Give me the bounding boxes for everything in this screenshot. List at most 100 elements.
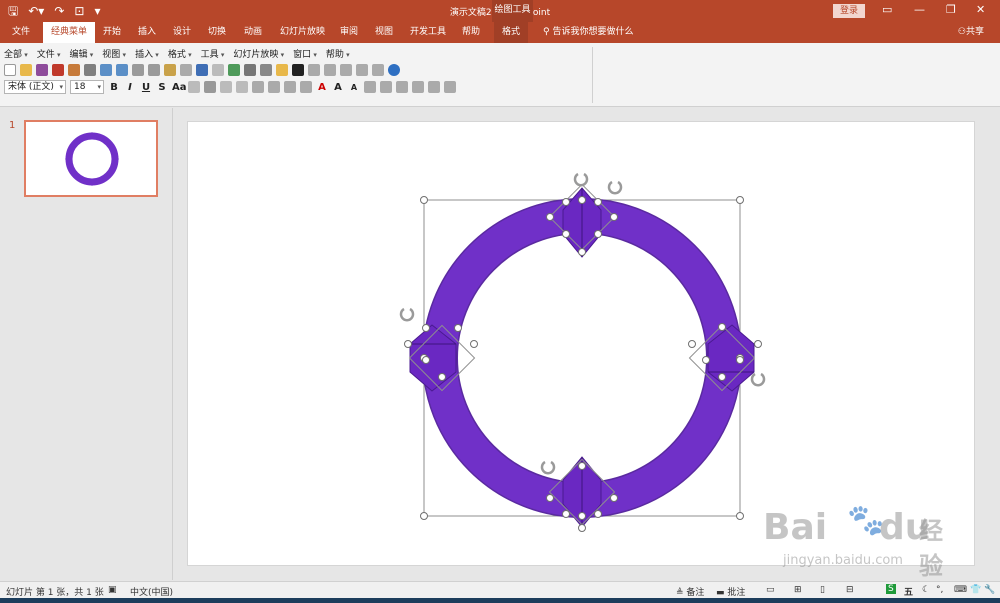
- line-weight-icon[interactable]: [292, 64, 304, 76]
- text-direction-icon[interactable]: [252, 81, 264, 93]
- tab-format[interactable]: 格式: [494, 22, 529, 43]
- keyboard-icon[interactable]: ⌨: [954, 585, 967, 595]
- new-icon[interactable]: [4, 64, 16, 76]
- change-case-icon[interactable]: Aa: [172, 82, 187, 93]
- increase-font-icon[interactable]: A: [332, 82, 344, 93]
- menu-edit[interactable]: 编辑: [70, 47, 94, 60]
- spelling-icon[interactable]: [116, 64, 128, 76]
- menu-insert[interactable]: 插入: [135, 47, 159, 60]
- moon-icon[interactable]: ☾: [922, 585, 930, 595]
- save-icon[interactable]: [36, 64, 48, 76]
- tab-view[interactable]: 视图: [367, 22, 401, 43]
- justify-icon[interactable]: [236, 81, 248, 93]
- ime-mode[interactable]: 五: [904, 585, 913, 598]
- font-color-icon[interactable]: A: [316, 82, 328, 93]
- normal-view-icon[interactable]: ▭: [766, 585, 775, 595]
- slide-thumbnail[interactable]: [24, 120, 158, 197]
- tab-slideshow[interactable]: 幻灯片放映: [272, 22, 333, 43]
- comments-button[interactable]: ▬ 批注: [716, 585, 745, 598]
- italic-icon[interactable]: I: [124, 82, 136, 93]
- menu-all[interactable]: 全部: [4, 47, 28, 60]
- menu-file[interactable]: 文件: [37, 47, 61, 60]
- align-center-icon[interactable]: [204, 81, 216, 93]
- align-left-icon[interactable]: [188, 81, 200, 93]
- shadow-icon[interactable]: S: [156, 82, 168, 93]
- help-icon[interactable]: [388, 64, 400, 76]
- left-arrow[interactable]: [408, 324, 476, 392]
- font-size-select[interactable]: 18: [70, 80, 104, 94]
- permission-icon[interactable]: [68, 64, 80, 76]
- zoom-icon[interactable]: [372, 64, 384, 76]
- insert-picture-icon[interactable]: [276, 64, 288, 76]
- shapes-icon[interactable]: [324, 64, 336, 76]
- skin-icon[interactable]: 👕: [970, 585, 981, 595]
- font-name-select[interactable]: 宋体 (正文): [4, 80, 66, 94]
- menu-format[interactable]: 格式: [168, 47, 192, 60]
- align-right-icon[interactable]: [220, 81, 232, 93]
- share-button[interactable]: ⚇共享: [958, 22, 984, 43]
- open-icon[interactable]: [20, 64, 32, 76]
- tab-developer[interactable]: 开发工具: [402, 22, 454, 43]
- textbox-a-icon[interactable]: [340, 64, 352, 76]
- print-icon[interactable]: [84, 64, 96, 76]
- print-preview-icon[interactable]: [100, 64, 112, 76]
- language-label[interactable]: 中文(中国): [130, 585, 173, 598]
- tab-review[interactable]: 审阅: [332, 22, 366, 43]
- restore-icon[interactable]: ❐: [946, 3, 956, 16]
- slide-sorter-icon[interactable]: ⊞: [794, 585, 802, 595]
- shape-outline-icon[interactable]: [428, 81, 440, 93]
- comment-icon[interactable]: [356, 64, 368, 76]
- ribbon-tabs: 文件 经典菜单 开始 插入 设计 切换 动画 幻灯片放映 审阅 视图 开发工具 …: [0, 22, 1000, 43]
- menu-window[interactable]: 窗口: [293, 47, 317, 60]
- tab-insert[interactable]: 插入: [130, 22, 164, 43]
- quick-styles-icon[interactable]: [396, 81, 408, 93]
- paste-icon[interactable]: [164, 64, 176, 76]
- spellcheck-icon[interactable]: ▣: [108, 585, 117, 595]
- reading-view-icon[interactable]: ▯: [820, 585, 825, 595]
- redo-icon[interactable]: [212, 64, 224, 76]
- menu-tools[interactable]: 工具: [201, 47, 225, 60]
- tab-animations[interactable]: 动画: [236, 22, 270, 43]
- tab-design[interactable]: 设计: [165, 22, 199, 43]
- columns-icon[interactable]: [268, 81, 280, 93]
- wrench-icon[interactable]: 🔧: [984, 585, 995, 595]
- bullets-icon[interactable]: [300, 81, 312, 93]
- numbering-icon[interactable]: [284, 81, 296, 93]
- close-icon[interactable]: ✕: [976, 3, 985, 16]
- tab-home[interactable]: 开始: [95, 22, 129, 43]
- ime-s-icon[interactable]: S: [886, 584, 896, 594]
- ribbon-display-icon[interactable]: ▭: [882, 3, 892, 16]
- table-icon[interactable]: [244, 64, 256, 76]
- bold-icon[interactable]: B: [108, 82, 120, 93]
- menu-help[interactable]: 帮助: [326, 47, 350, 60]
- menu-view[interactable]: 视图: [102, 47, 126, 60]
- shape-effects-icon[interactable]: [444, 81, 456, 93]
- classic-menu-bar: 全部 文件 编辑 视图 插入 格式 工具 幻灯片放映 窗口 帮助: [4, 47, 350, 60]
- tell-me-search[interactable]: ⚲ 告诉我你想要做什么: [543, 22, 633, 43]
- arrange-icon[interactable]: [380, 81, 392, 93]
- login-button[interactable]: 登录: [833, 4, 865, 18]
- shape-fill-icon[interactable]: [412, 81, 424, 93]
- undo-icon[interactable]: [196, 64, 208, 76]
- text-box-icon[interactable]: [308, 64, 320, 76]
- picture-icon[interactable]: [260, 64, 272, 76]
- underline-icon[interactable]: U: [140, 82, 152, 93]
- clear-format-icon[interactable]: [364, 81, 376, 93]
- menu-slideshow[interactable]: 幻灯片放映: [233, 47, 284, 60]
- chart-icon[interactable]: [228, 64, 240, 76]
- close-doc-icon[interactable]: [52, 64, 64, 76]
- tab-transitions[interactable]: 切换: [200, 22, 234, 43]
- pane-divider[interactable]: [172, 108, 173, 580]
- slideshow-view-icon[interactable]: ⊟: [846, 585, 854, 595]
- copy-icon[interactable]: [148, 64, 160, 76]
- format-painter-icon[interactable]: [180, 64, 192, 76]
- cut-icon[interactable]: [132, 64, 144, 76]
- tab-help[interactable]: 帮助: [454, 22, 488, 43]
- tab-file[interactable]: 文件: [4, 22, 38, 43]
- minimize-icon[interactable]: —: [914, 3, 925, 16]
- decrease-font-icon[interactable]: A: [348, 83, 360, 92]
- notes-button[interactable]: ≜ 备注: [676, 585, 704, 598]
- tab-classic-menu[interactable]: 经典菜单: [43, 22, 96, 43]
- punctuation-icon[interactable]: °,: [936, 585, 943, 595]
- right-arrow[interactable]: [688, 324, 756, 392]
